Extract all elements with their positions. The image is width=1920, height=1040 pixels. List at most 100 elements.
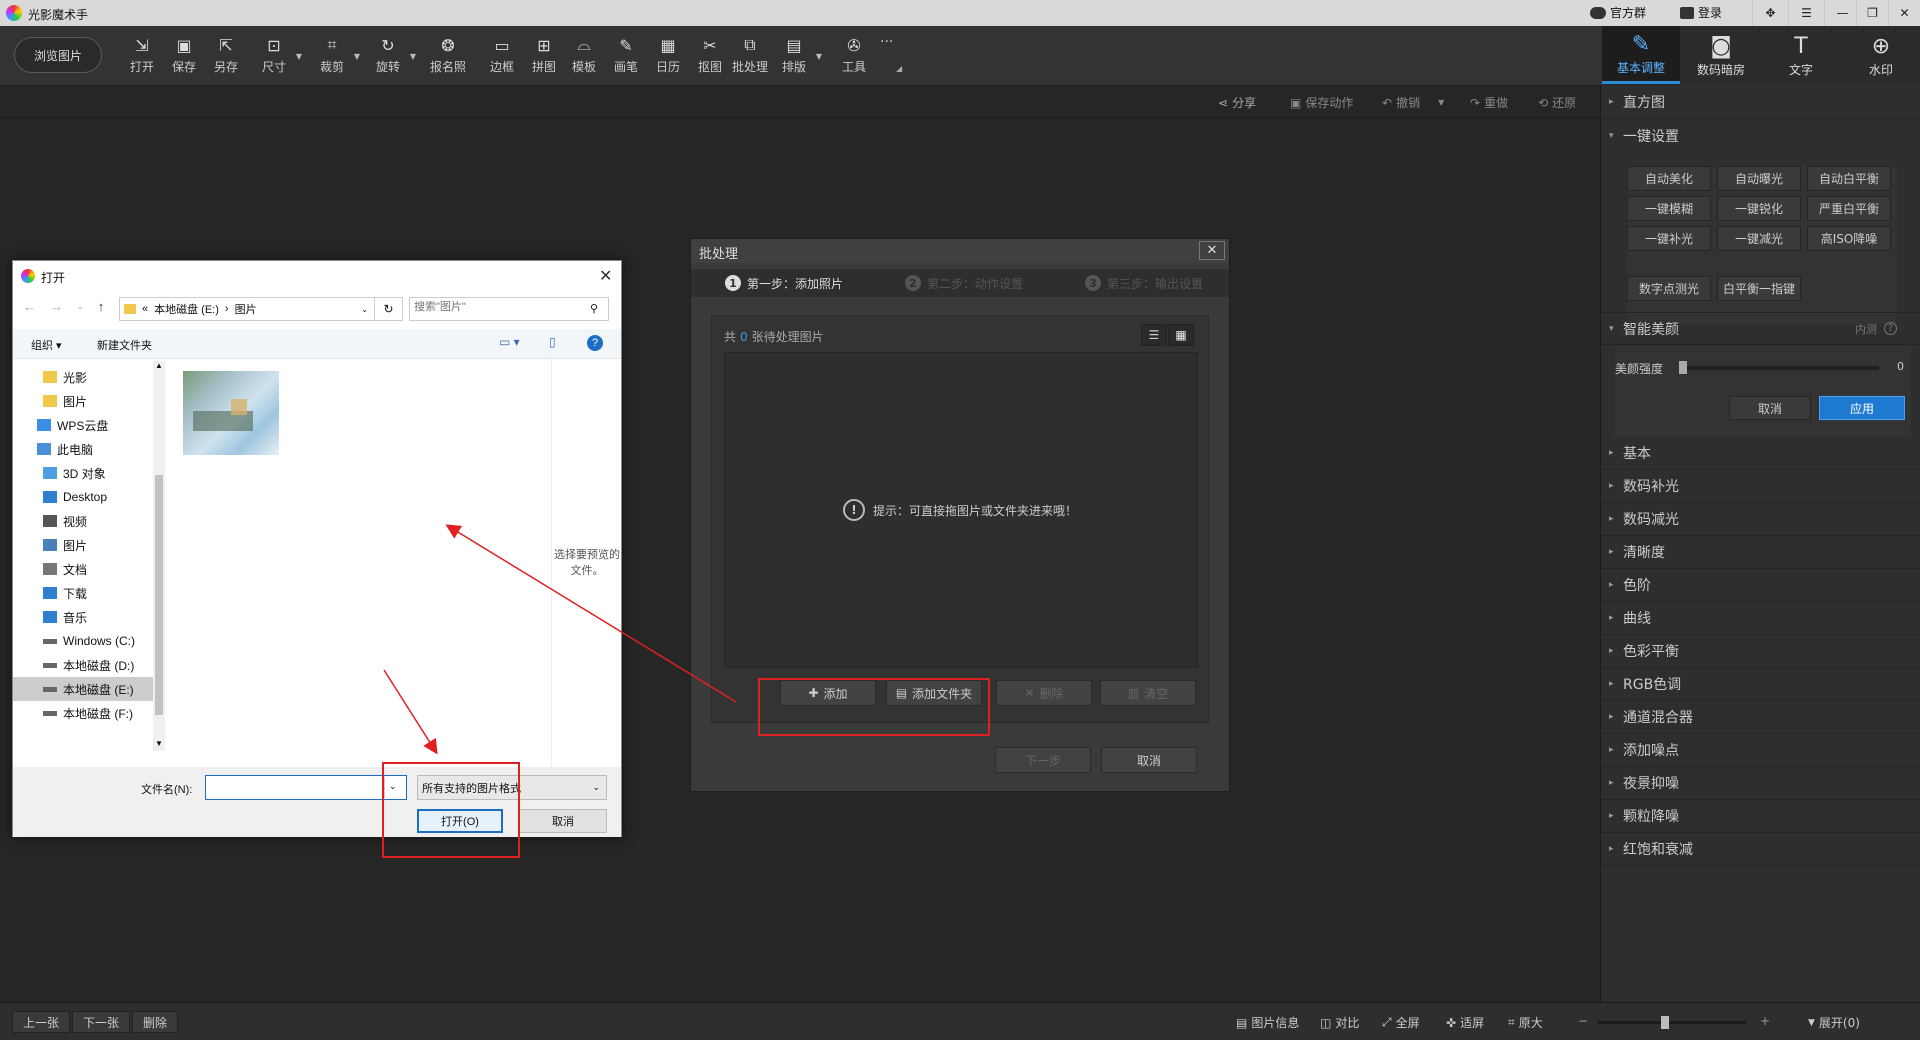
up-icon[interactable]: ↑ <box>98 299 105 314</box>
close-button[interactable]: ✕ <box>1888 0 1920 26</box>
preview-pane-icon[interactable]: ▯ <box>549 335 556 349</box>
section-smart-beauty[interactable]: ▾ 智能美颜 内测 ? <box>1601 312 1920 345</box>
tab-watermark[interactable]: ⊕ 水印 <box>1842 26 1920 84</box>
batch-cancel-button[interactable]: 取消 <box>1101 747 1197 773</box>
search-box[interactable]: ⚲ <box>409 297 609 321</box>
prev-image-button[interactable]: 上一张 <box>12 1011 71 1033</box>
tool-frame-button[interactable]: ▭ 边框 <box>482 34 522 75</box>
tool-brush-button[interactable]: ✎ 画笔 <box>606 34 646 75</box>
restore-original-button[interactable]: ⟲ 还原 <box>1538 94 1576 111</box>
tab-text[interactable]: T 文字 <box>1762 26 1840 84</box>
file-thumbnail[interactable] <box>183 371 279 455</box>
compare-button[interactable]: ◫ 对比 <box>1320 1014 1359 1031</box>
tool-cutout-button[interactable]: ✂ 抠图 <box>690 34 730 75</box>
skin-button[interactable]: ✥ <box>1752 0 1788 26</box>
section-item[interactable]: ▸ 清晰度 <box>1601 536 1920 569</box>
fullscreen-button[interactable]: ⤢ 全屏 <box>1382 1014 1420 1031</box>
nav-item[interactable]: WPS云盘 <box>13 413 153 437</box>
section-histogram[interactable]: ▸ 直方图 <box>1601 86 1920 119</box>
tool-layout-button[interactable]: ▤ 排版 ▼ <box>774 34 822 75</box>
tab-darkroom[interactable]: ◙ 数码暗房 <box>1682 26 1760 84</box>
tool-id-photo-button[interactable]: ❂ 报名照 <box>428 34 468 75</box>
back-icon[interactable]: ← <box>23 299 36 314</box>
forward-icon[interactable]: → <box>50 299 63 314</box>
delete-image-button[interactable]: 删除 <box>132 1011 179 1033</box>
view-options-icon[interactable]: ▭ ▾ <box>499 335 520 349</box>
tool-crop-button[interactable]: ⌗ 裁剪 ▼ <box>312 34 360 75</box>
dropdown-icon[interactable]: ▼ <box>296 52 302 61</box>
zoom-slider-handle[interactable] <box>1661 1016 1669 1029</box>
quick-button[interactable]: 严重白平衡 <box>1807 196 1891 221</box>
quick-button[interactable]: 数字点测光 <box>1627 276 1711 301</box>
nav-item[interactable]: 光影 <box>13 365 153 389</box>
section-one-click[interactable]: ▾ 一键设置 <box>1601 119 1920 152</box>
scroll-up-icon[interactable]: ▲ <box>155 361 163 370</box>
zoom-out-button[interactable]: − <box>1578 1014 1588 1028</box>
login-link[interactable]: 登录 <box>1680 4 1722 21</box>
grid-view-button[interactable]: ▦ <box>1168 324 1194 346</box>
tool-open-button[interactable]: ⇲ 打开 <box>122 34 162 75</box>
more-tools-button[interactable]: ··· <box>880 34 893 50</box>
zoom-in-button[interactable]: + <box>1760 1014 1770 1028</box>
dropdown-icon[interactable]: ▼ <box>816 52 822 61</box>
tool-save-as-button[interactable]: ⇱ 另存 <box>206 34 246 75</box>
quick-button[interactable]: 自动美化 <box>1627 166 1711 191</box>
quick-button[interactable]: 一键锐化 <box>1717 196 1801 221</box>
nav-item[interactable]: 此电脑 <box>13 437 153 461</box>
nav-item[interactable]: 3D 对象 <box>13 461 153 485</box>
nav-scrollbar[interactable]: ▲ ▼ <box>153 361 165 751</box>
tool-batch-button[interactable]: ⧉ 批处理 <box>730 34 770 75</box>
nav-item[interactable]: 本地磁盘 (E:) <box>13 677 153 701</box>
nav-item[interactable]: 本地磁盘 (D:) <box>13 653 153 677</box>
nav-item[interactable]: 文档 <box>13 557 153 581</box>
tool-calendar-button[interactable]: ▦ 日历 <box>648 34 688 75</box>
batch-next-button[interactable]: 下一步 <box>995 747 1091 773</box>
address-dropdown-icon[interactable]: ⌄ <box>361 305 368 314</box>
open-dialog-close-button[interactable]: ✕ <box>599 266 612 286</box>
section-item[interactable]: ▸ 色彩平衡 <box>1601 635 1920 668</box>
undo-button[interactable]: ↶ 撤销 ▼ <box>1382 94 1444 111</box>
tool-save-button[interactable]: ▣ 保存 <box>164 34 204 75</box>
expand-arrow-icon[interactable]: ◢ <box>896 64 902 73</box>
filename-input[interactable] <box>209 779 379 793</box>
tool-resize-button[interactable]: ⊡ 尺寸 ▼ <box>254 34 302 75</box>
tool-template-button[interactable]: ⌓ 模板 <box>564 34 604 75</box>
nav-item[interactable]: 图片 <box>13 389 153 413</box>
recent-dropdown-icon[interactable]: ⌄ <box>77 302 84 311</box>
nav-item[interactable]: Windows (C:) <box>13 629 153 653</box>
list-view-button[interactable]: ☰ <box>1141 324 1167 346</box>
fit-screen-button[interactable]: ✜ 适屏 <box>1446 1014 1484 1031</box>
quick-button[interactable]: 自动曝光 <box>1717 166 1801 191</box>
section-item[interactable]: ▸ 曲线 <box>1601 602 1920 635</box>
expand-filmstrip-button[interactable]: ▼ 展开(0) <box>1808 1014 1860 1031</box>
batch-remove-button[interactable]: ✕ 删除 <box>996 680 1092 706</box>
next-image-button[interactable]: 下一张 <box>72 1011 131 1033</box>
nav-item[interactable]: Desktop <box>13 485 153 509</box>
batch-drop-area[interactable]: ! 提示：可直接拖图片或文件夹进来哦！ <box>724 352 1198 668</box>
section-item[interactable]: ▸ 色阶 <box>1601 569 1920 602</box>
image-info-button[interactable]: ▤ 图片信息 <box>1236 1014 1299 1031</box>
nav-item[interactable]: 音乐 <box>13 605 153 629</box>
nav-item[interactable]: 图片 <box>13 533 153 557</box>
quick-button[interactable]: 一键模糊 <box>1627 196 1711 221</box>
dropdown-icon[interactable]: ▼ <box>410 52 416 61</box>
filename-combobox[interactable]: ⌄ <box>205 775 407 800</box>
batch-close-button[interactable]: ✕ <box>1199 241 1225 260</box>
menu-button[interactable]: ☰ <box>1788 0 1824 26</box>
beauty-cancel-button[interactable]: 取消 <box>1729 396 1811 420</box>
scroll-thumb[interactable] <box>155 475 163 715</box>
dropdown-icon[interactable]: ▼ <box>354 52 360 61</box>
nav-item[interactable]: 本地磁盘 (F:) <box>13 701 153 725</box>
section-item[interactable]: ▸ 数码补光 <box>1601 470 1920 503</box>
nav-item[interactable]: 下载 <box>13 581 153 605</box>
section-item[interactable]: ▸ 夜景抑噪 <box>1601 767 1920 800</box>
zoom-slider[interactable] <box>1598 1016 1746 1029</box>
batch-clear-button[interactable]: ▥ 清空 <box>1100 680 1196 706</box>
original-size-button[interactable]: ⌗ 原大 <box>1508 1014 1543 1031</box>
quick-button[interactable]: 自动白平衡 <box>1807 166 1891 191</box>
undo-dropdown-icon[interactable]: ▼ <box>1438 98 1444 107</box>
breadcrumb-folder[interactable]: 图片 <box>235 301 257 317</box>
tool-collage-button[interactable]: ⊞ 拼图 <box>524 34 564 75</box>
quick-button[interactable]: 高ISO降噪 <box>1807 226 1891 251</box>
search-input[interactable] <box>414 301 584 313</box>
